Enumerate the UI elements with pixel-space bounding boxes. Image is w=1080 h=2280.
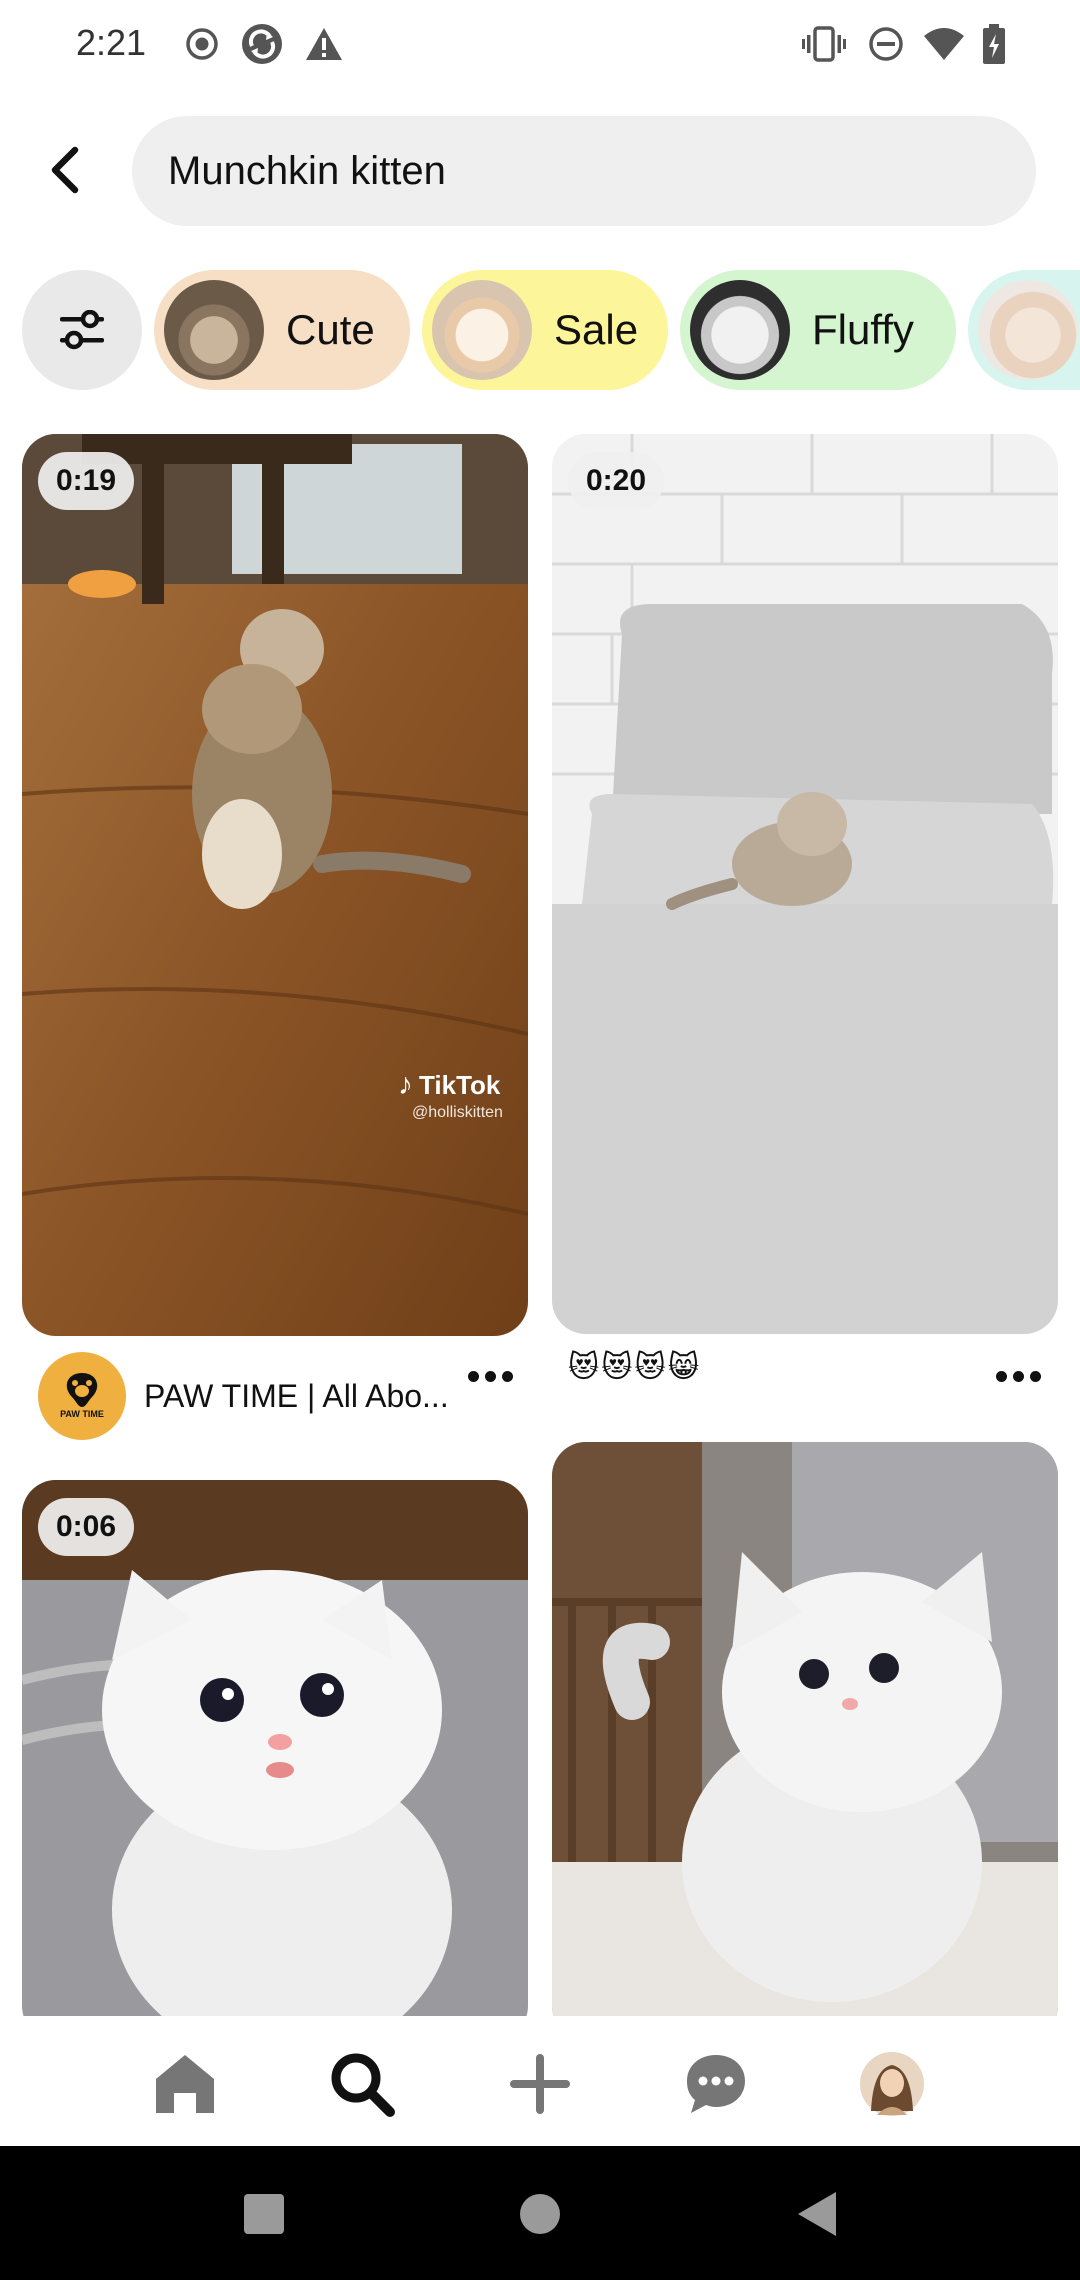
nav-profile-avatar[interactable] (852, 2044, 932, 2124)
chip-thumbnail (432, 280, 532, 380)
chip-sale[interactable]: Sale (422, 270, 668, 390)
pin-image (552, 1442, 1058, 2040)
pin-caption: 😻😻😻😸 (568, 1351, 702, 1384)
status-time: 2:21 (76, 22, 147, 63)
wifi-icon (920, 20, 968, 68)
video-duration-badge: 0:06 (38, 1498, 135, 1556)
chip-label: Fluffy (812, 306, 914, 353)
back-button[interactable] (30, 130, 100, 210)
chip-label: Cute (286, 306, 375, 353)
do-not-disturb-icon (862, 20, 910, 68)
pin-video-1[interactable]: 0:19 ♪ TikTok @holliskitten (22, 434, 528, 1336)
tiktok-watermark: ♪ TikTok (398, 1068, 500, 1102)
author-avatar[interactable]: PAW TIME (38, 1352, 126, 1440)
recents-button[interactable] (236, 2186, 292, 2242)
sync-icon (238, 20, 286, 68)
back-nav-button[interactable] (790, 2186, 846, 2242)
paw-icon (66, 1373, 98, 1407)
pin-image-4[interactable] (552, 1442, 1058, 2040)
avatar-text: PAW TIME (60, 1409, 104, 1419)
search-query-text: Munchkin kitten (168, 148, 446, 193)
filter-chips-row: Cute Sale Fluffy (0, 268, 1080, 392)
nav-search-icon[interactable] (322, 2044, 402, 2124)
back-arrow-icon (51, 146, 79, 194)
tiktok-logo-icon: ♪ (398, 1068, 413, 1101)
pin-1-meta: PAW TIME PAW TIME | All Abo... (38, 1352, 449, 1440)
battery-charging-icon (970, 20, 1018, 68)
pin-image (552, 434, 1058, 1334)
video-duration-badge: 0:19 (38, 452, 135, 510)
record-icon (178, 20, 226, 68)
chip-label: Sale (554, 306, 639, 353)
chip-thumbnail (164, 280, 264, 380)
chip-thumbnail (978, 280, 1078, 380)
watermark-handle: @holliskitten (412, 1104, 503, 1121)
nav-home-icon[interactable] (145, 2044, 225, 2124)
pin-image (22, 1480, 528, 2040)
status-bar: 2:21 (0, 0, 1080, 90)
chip-fluffy[interactable]: Fluffy (680, 270, 956, 390)
chip-partial[interactable] (968, 270, 1080, 390)
pin-author-name[interactable]: PAW TIME | All Abo... (144, 1378, 449, 1415)
pin-2-more-button[interactable] (988, 1356, 1048, 1396)
nav-create-icon[interactable] (500, 2044, 580, 2124)
filter-button[interactable] (22, 270, 142, 390)
warning-icon (300, 20, 348, 68)
nav-messages-icon[interactable] (676, 2044, 756, 2124)
video-duration-badge: 0:20 (568, 452, 665, 510)
bottom-navigation-bar (0, 2016, 1080, 2146)
pin-video-2[interactable]: 0:20 (552, 434, 1058, 1334)
pin-image (22, 434, 528, 1336)
home-button[interactable] (512, 2186, 568, 2242)
system-navigation-bar (0, 2146, 1080, 2280)
chip-cute[interactable]: Cute (154, 270, 410, 390)
pin-1-more-button[interactable] (460, 1356, 520, 1396)
search-input[interactable]: Munchkin kitten (132, 116, 1036, 226)
pin-video-3[interactable]: 0:06 (22, 1480, 528, 2040)
watermark-text: TikTok (419, 1069, 501, 1100)
chip-thumbnail (690, 280, 790, 380)
sliders-icon (60, 310, 104, 350)
vibrate-icon (800, 20, 848, 68)
